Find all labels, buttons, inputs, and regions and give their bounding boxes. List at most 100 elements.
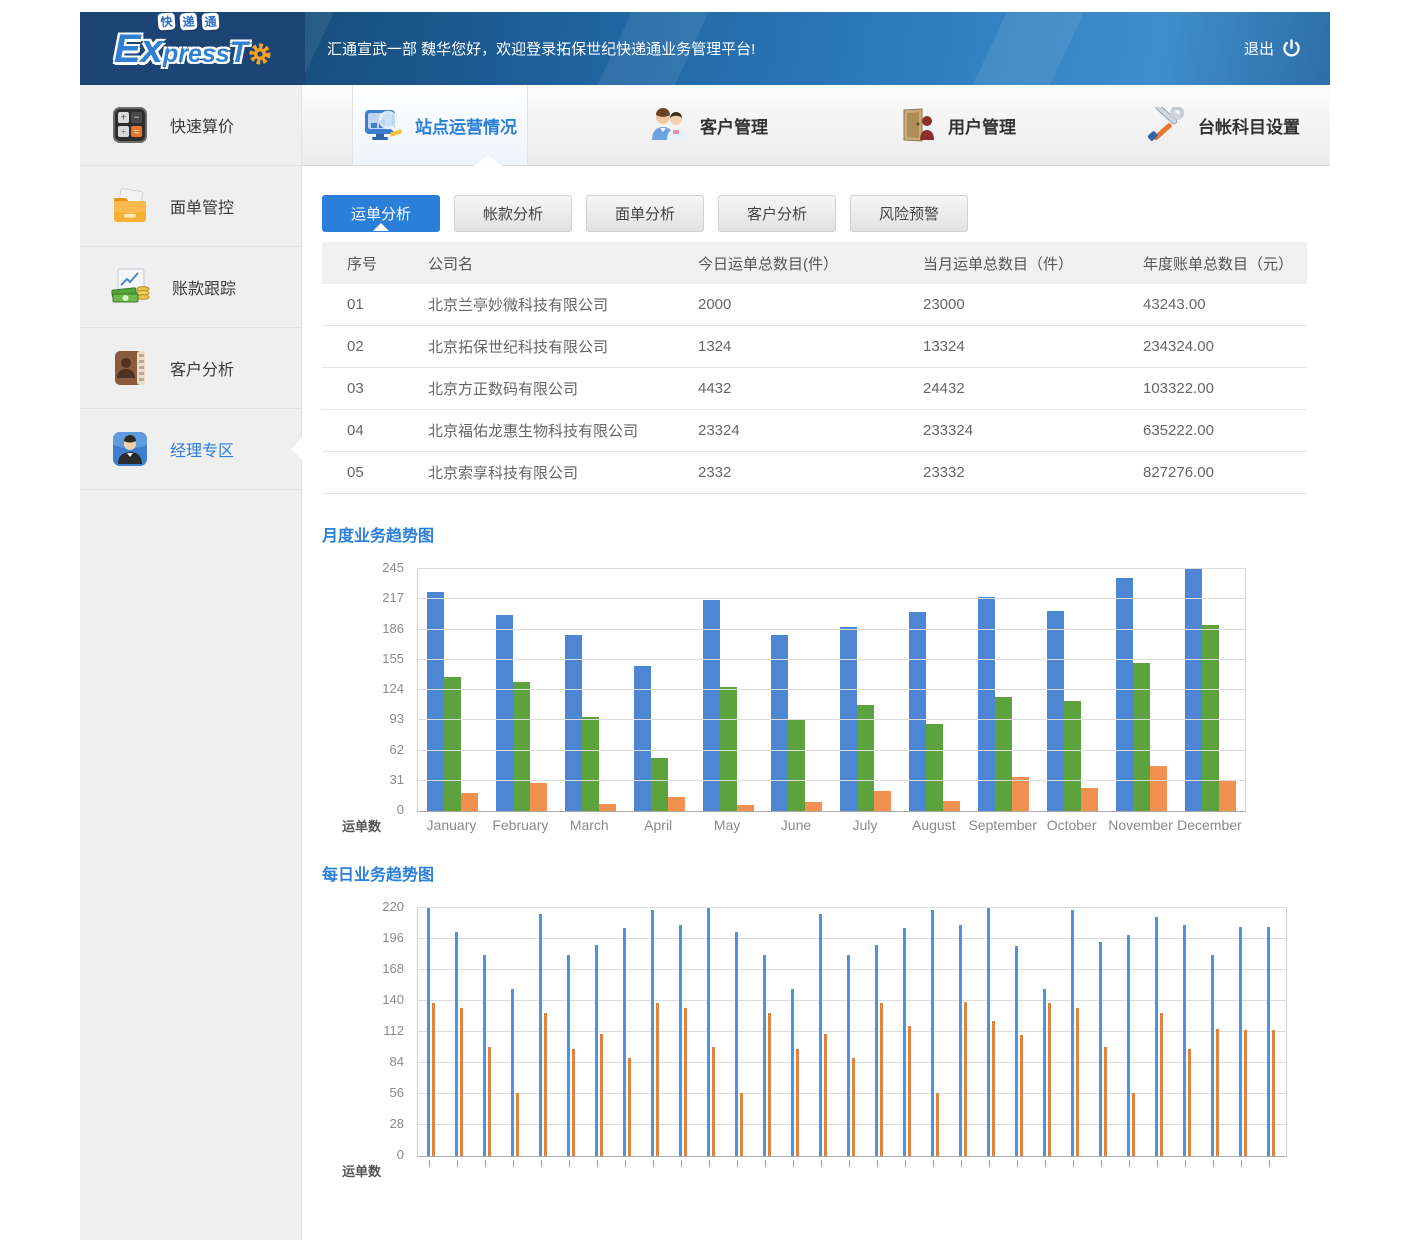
bar-series-3 — [461, 793, 478, 811]
tab-waybill-analysis[interactable]: 运单分析 — [322, 195, 440, 232]
bar-series-2 — [513, 682, 530, 811]
bar-series-1 — [1239, 927, 1242, 1156]
tab-risk-warning[interactable]: 风险预警 — [850, 195, 968, 232]
x-axis-tick — [1045, 1160, 1046, 1167]
monthly-chart-title: 月度业务趋势图 — [322, 522, 1307, 546]
x-axis-tick — [457, 1160, 458, 1167]
power-icon — [1281, 38, 1302, 59]
sidebar-item-customer-analysis[interactable]: 客户分析 — [80, 328, 301, 409]
bar-series-2 — [936, 1093, 939, 1156]
nav-item-site-operations[interactable]: 站点运营情况 — [352, 85, 528, 165]
bar-series-1 — [931, 910, 934, 1156]
bar-series-1 — [634, 666, 651, 811]
bar-series-1 — [1015, 946, 1018, 1156]
bar-series-2 — [880, 1003, 883, 1156]
y-axis-tick-label: 168 — [322, 961, 404, 976]
y-axis-tick-label: 140 — [322, 992, 404, 1007]
bar-series-2 — [628, 1058, 631, 1156]
table-cell: 北京兰亭妙微科技有限公司 — [427, 284, 697, 326]
bar-series-2 — [1076, 1008, 1079, 1156]
sidebar-item-manager-zone[interactable]: 经理专区 — [80, 409, 301, 490]
tab-account-analysis[interactable]: 帐款分析 — [454, 195, 572, 232]
bar-group — [1038, 569, 1107, 811]
gridline — [418, 568, 1245, 569]
bar-series-1 — [1047, 611, 1064, 812]
bar-series-2 — [852, 1058, 855, 1156]
sidebar-item-quick-pricing[interactable]: +−÷= 快速算价 — [80, 85, 301, 166]
bar-series-2 — [908, 1026, 911, 1156]
header: 快 递 通 ExpressT 汇通宣武一部 魏华您好，欢迎登录拓保世纪快递通业务… — [80, 12, 1330, 85]
bar-series-2 — [992, 1021, 995, 1156]
y-axis-tick-label: 217 — [322, 590, 404, 605]
table-cell: 北京福佑龙惠生物科技有限公司 — [427, 410, 697, 452]
bar-series-1 — [623, 928, 626, 1156]
bar-series-3 — [737, 805, 754, 811]
bar-series-2 — [684, 1008, 687, 1156]
bar-series-1 — [651, 910, 654, 1156]
x-axis-tick — [849, 1160, 850, 1167]
nav-item-ledger-settings[interactable]: 台帐科目设置 — [1136, 85, 1310, 165]
bar-series-3 — [1150, 766, 1167, 811]
bar-group — [418, 569, 487, 811]
tab-customer-analysis[interactable]: 客户分析 — [718, 195, 836, 232]
logo-cn-badges: 快 递 通 — [158, 13, 219, 30]
manager-icon — [110, 429, 150, 469]
bar-series-2 — [488, 1047, 491, 1156]
sidebar-item-label: 快速算价 — [170, 113, 234, 137]
y-axis-tick-label: 196 — [322, 930, 404, 945]
bar-group — [1107, 569, 1176, 811]
bar-series-2 — [600, 1034, 603, 1156]
sidebar-item-payment-tracking[interactable]: 账款跟踪 — [80, 247, 301, 328]
bar-series-2 — [656, 1003, 659, 1156]
sidebar-item-label: 面单管控 — [170, 194, 234, 218]
bar-series-2 — [1020, 1035, 1023, 1156]
logo-zone: 快 递 通 ExpressT — [80, 12, 305, 85]
table-cell: 635222.00 — [1142, 410, 1307, 452]
bar-series-2 — [1048, 1003, 1051, 1156]
x-axis-label: August — [899, 817, 968, 833]
table-cell: 13324 — [922, 326, 1142, 368]
col-header-today-count: 今日运单总数目(件） — [697, 242, 922, 284]
nav-item-label: 客户管理 — [700, 113, 768, 138]
bar-series-2 — [651, 758, 668, 811]
y-axis-tick-label: 245 — [322, 560, 404, 575]
table-cell: 23332 — [922, 452, 1142, 494]
table-row: 01北京兰亭妙微科技有限公司20002300043243.00 — [322, 284, 1307, 326]
bar-series-3 — [668, 797, 685, 811]
bar-series-2 — [516, 1093, 519, 1156]
monthly-trend-chart: 0316293124155186217245运单数JanuaryFebruary… — [322, 568, 1307, 833]
bar-series-3 — [874, 791, 891, 811]
logo-badge: 快 — [157, 12, 175, 30]
x-axis-tick — [1101, 1160, 1102, 1167]
folder-icon — [110, 186, 150, 226]
logo-badge: 递 — [179, 12, 197, 30]
y-axis-tick-label: 112 — [322, 1023, 404, 1038]
tab-sheet-analysis[interactable]: 面单分析 — [586, 195, 704, 232]
bar-series-1 — [455, 932, 458, 1156]
bar-group — [625, 569, 694, 811]
logout-button[interactable]: 退出 — [1244, 12, 1330, 85]
x-axis-tick — [597, 1160, 598, 1167]
nav-item-user-management[interactable]: 用户管理 — [888, 85, 1026, 165]
x-axis-label: October — [1037, 817, 1106, 833]
nav-item-customer-management[interactable]: 客户管理 — [638, 85, 778, 165]
bar-series-2 — [582, 717, 599, 811]
welcome-message: 汇通宣武一部 魏华您好，欢迎登录拓保世纪快递通业务管理平台! — [305, 12, 1244, 85]
bar-series-3 — [599, 804, 616, 811]
gridline — [418, 907, 1286, 908]
bar-series-2 — [1132, 1093, 1135, 1156]
bar-series-2 — [432, 1003, 435, 1156]
bar-series-2 — [768, 1013, 771, 1156]
col-header-year-amount: 年度账单总数目（元） — [1142, 242, 1307, 284]
y-axis-tick-label: 28 — [322, 1116, 404, 1131]
calculator-icon: +−÷= — [110, 105, 150, 145]
bar-series-1 — [1043, 989, 1046, 1156]
col-header-index: 序号 — [322, 242, 427, 284]
table-cell: 23324 — [697, 410, 922, 452]
y-axis-tick-label: 0 — [322, 802, 404, 817]
x-axis-tick — [989, 1160, 990, 1167]
sidebar-item-waybill-control[interactable]: 面单管控 — [80, 166, 301, 247]
bar-series-3 — [805, 802, 822, 811]
table-cell: 24432 — [922, 368, 1142, 410]
x-axis-tick — [1213, 1160, 1214, 1167]
